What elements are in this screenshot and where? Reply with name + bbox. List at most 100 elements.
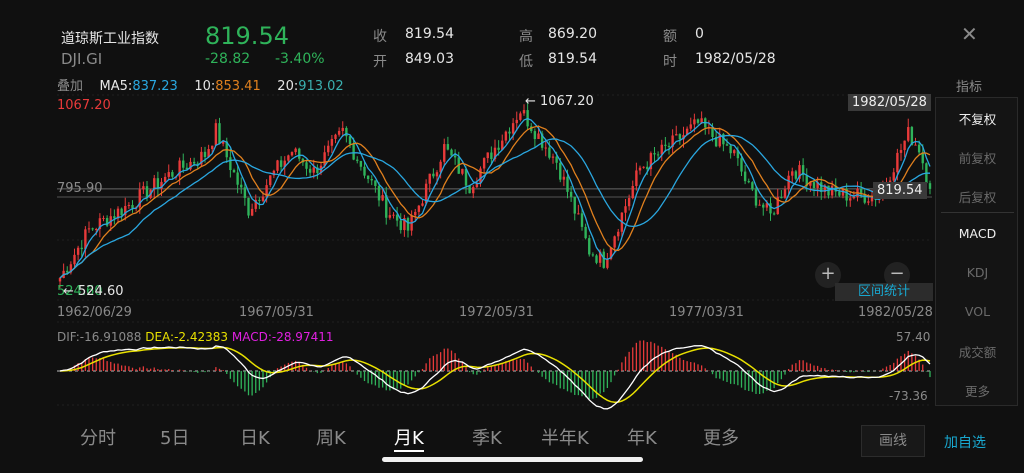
candle bbox=[656, 154, 660, 156]
candle bbox=[522, 110, 526, 114]
candle bbox=[917, 144, 921, 153]
candle bbox=[258, 199, 261, 201]
candle bbox=[504, 131, 508, 141]
candle bbox=[606, 258, 609, 268]
kline-chart[interactable] bbox=[0, 0, 1024, 473]
adjust-none[interactable]: 不复权 bbox=[936, 109, 1019, 128]
tab-halfyear[interactable]: 半年K bbox=[541, 424, 589, 450]
candle bbox=[323, 152, 326, 166]
candle bbox=[830, 185, 834, 196]
candle bbox=[406, 218, 410, 231]
tab-intraday[interactable]: 分时 bbox=[80, 424, 116, 450]
candle bbox=[754, 189, 758, 206]
candle bbox=[551, 156, 555, 158]
candle bbox=[588, 238, 591, 255]
candle bbox=[337, 130, 341, 135]
candle bbox=[548, 147, 551, 158]
candle bbox=[602, 251, 605, 268]
candle bbox=[733, 150, 736, 154]
candle bbox=[432, 173, 435, 177]
candle bbox=[308, 168, 312, 173]
candle bbox=[167, 172, 170, 177]
candle bbox=[508, 131, 511, 134]
candle bbox=[80, 247, 83, 250]
candle bbox=[334, 134, 337, 139]
candle bbox=[250, 208, 254, 216]
cursor-price-tag: 819.54 bbox=[873, 182, 927, 199]
candle bbox=[95, 228, 98, 230]
macd-legend: DIF:-16.91088 DEA:-2.42383 MACD:-28.9741… bbox=[57, 330, 333, 344]
candle bbox=[453, 155, 457, 158]
macd-value: MACD:-28.97411 bbox=[231, 330, 334, 344]
candle bbox=[102, 218, 105, 220]
date-label: 1977/03/31 bbox=[669, 305, 744, 320]
indicator-macd[interactable]: MACD bbox=[936, 226, 1019, 241]
adjust-forward[interactable]: 前复权 bbox=[936, 148, 1019, 167]
candle bbox=[569, 191, 573, 197]
max-marker: ← 1067.20 bbox=[525, 94, 594, 109]
add-watchlist-button[interactable]: 加自选 bbox=[944, 432, 986, 452]
macd-axis-max: 57.40 bbox=[896, 330, 931, 344]
candle bbox=[791, 171, 794, 176]
candle bbox=[591, 254, 595, 256]
candle bbox=[537, 133, 540, 140]
candle bbox=[269, 175, 272, 186]
range-stats-button[interactable]: 区间统计 bbox=[835, 283, 933, 301]
candle bbox=[443, 144, 446, 162]
candle bbox=[725, 144, 729, 146]
candle bbox=[751, 182, 754, 190]
candle bbox=[370, 178, 373, 181]
tab-daily[interactable]: 日K bbox=[240, 424, 270, 450]
indicator-turnover[interactable]: 成交额 bbox=[936, 342, 1019, 361]
date-label: 1982/05/28 bbox=[858, 305, 933, 320]
candle bbox=[356, 159, 359, 161]
candle bbox=[211, 145, 214, 150]
tab-monthly[interactable]: 月K bbox=[394, 424, 424, 452]
candle bbox=[780, 197, 783, 199]
candle bbox=[642, 166, 645, 168]
candle bbox=[577, 213, 580, 215]
candle bbox=[646, 166, 649, 170]
candle bbox=[192, 161, 196, 164]
tab-more[interactable]: 更多 bbox=[703, 424, 739, 450]
candle bbox=[762, 204, 765, 208]
candle bbox=[852, 197, 856, 199]
candle bbox=[450, 149, 453, 156]
candle bbox=[511, 123, 515, 134]
indicator-vol[interactable]: VOL bbox=[936, 304, 1019, 319]
tab-yearly[interactable]: 年K bbox=[627, 424, 657, 450]
candle bbox=[928, 183, 932, 189]
max-marker-value: 1067.20 bbox=[540, 94, 594, 109]
date-label: 1972/05/31 bbox=[459, 305, 534, 320]
candle bbox=[421, 203, 424, 206]
candle bbox=[435, 172, 439, 177]
candle bbox=[388, 215, 392, 218]
candle bbox=[689, 124, 692, 129]
tab-quarterly[interactable]: 季K bbox=[472, 424, 502, 450]
candle bbox=[298, 148, 301, 159]
candle bbox=[892, 172, 895, 181]
candle bbox=[743, 171, 747, 182]
candle bbox=[573, 196, 576, 214]
candle bbox=[232, 170, 236, 173]
candle bbox=[899, 150, 903, 153]
indicator-kdj[interactable]: KDJ bbox=[936, 265, 1019, 280]
tab-weekly[interactable]: 周K bbox=[316, 424, 346, 450]
candle bbox=[363, 166, 366, 176]
tab-5day[interactable]: 5日 bbox=[160, 424, 189, 450]
candle bbox=[312, 167, 315, 173]
home-indicator[interactable] bbox=[382, 457, 643, 462]
candle bbox=[533, 131, 537, 140]
candle bbox=[305, 162, 308, 169]
min-marker-value: 524.60 bbox=[78, 284, 124, 299]
candle bbox=[559, 162, 562, 180]
candle bbox=[417, 205, 421, 212]
min-marker: ← 524.60 bbox=[63, 284, 124, 299]
candle bbox=[182, 160, 185, 168]
indicator-more[interactable]: 更多 bbox=[936, 381, 1019, 400]
candle bbox=[638, 167, 642, 171]
adjust-backward[interactable]: 后复权 bbox=[936, 187, 1019, 206]
draw-line-button[interactable]: 画线 bbox=[861, 425, 925, 457]
candle bbox=[348, 136, 352, 145]
candle bbox=[580, 213, 584, 227]
